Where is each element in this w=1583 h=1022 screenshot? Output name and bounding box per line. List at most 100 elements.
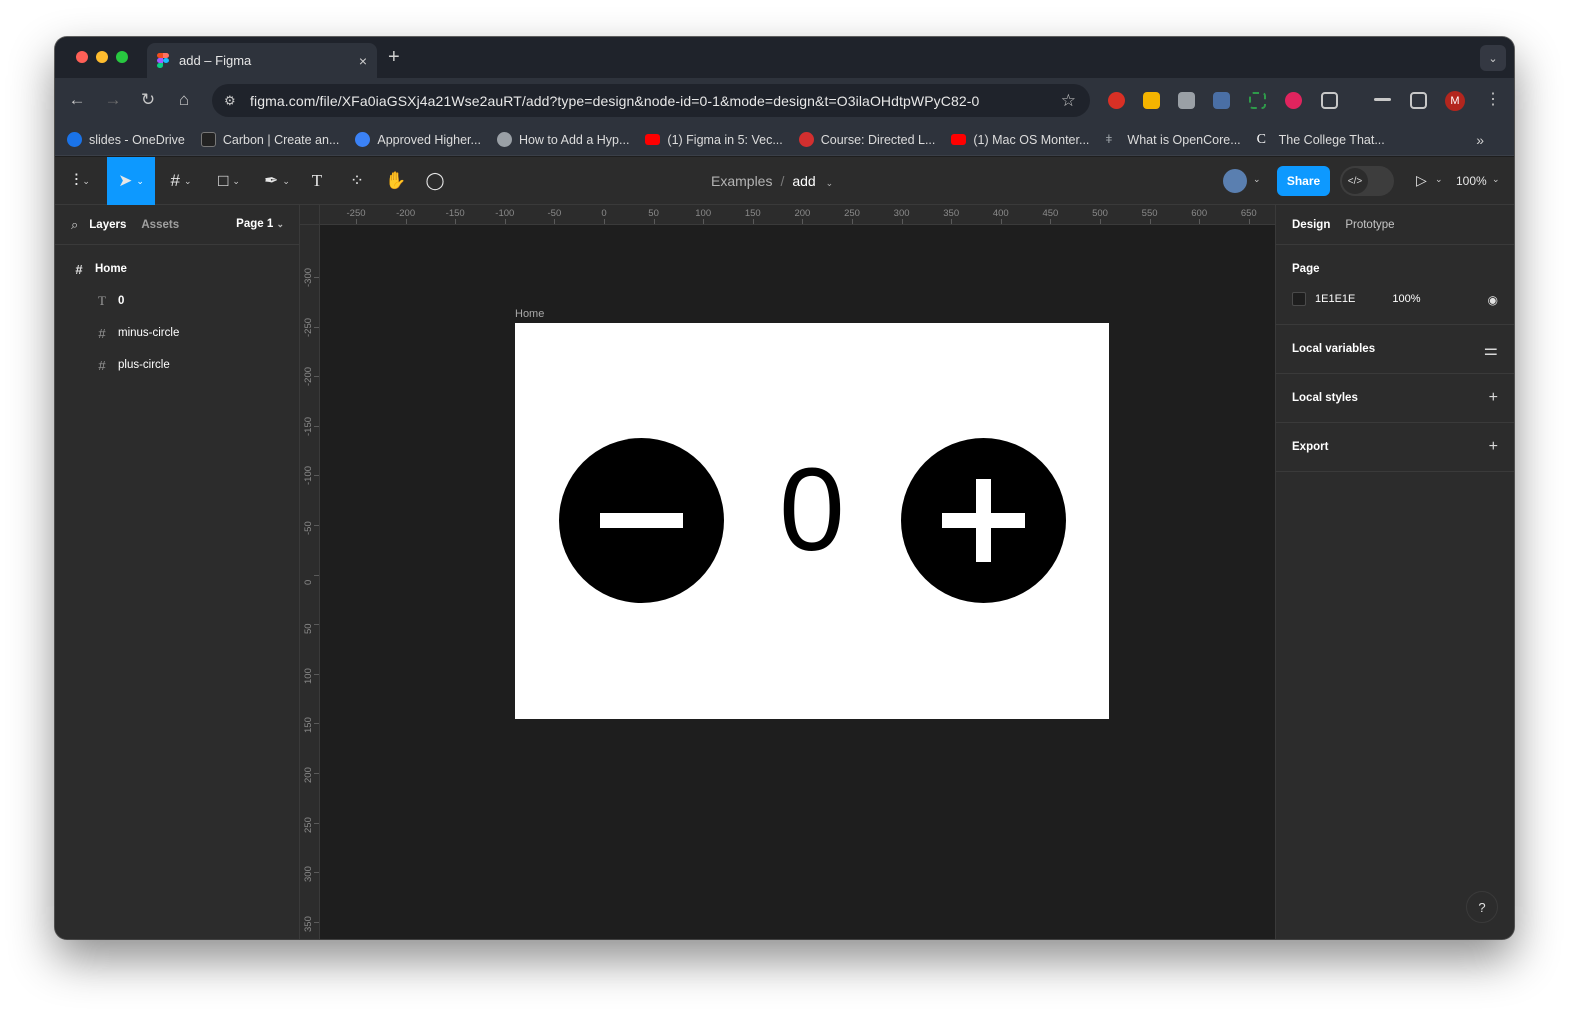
browser-tab-active[interactable]: add – Figma ×	[147, 43, 377, 78]
browser-menu-icon[interactable]: ⋮	[1485, 89, 1501, 109]
maximize-window-button[interactable]	[116, 51, 128, 63]
components-icon: ⁘	[349, 171, 365, 190]
shape-tool-button[interactable]: □ ⌄	[207, 157, 251, 205]
bookmark-item[interactable]: (1) Figma in 5: Vec...	[645, 133, 783, 147]
tab-prototype[interactable]: Prototype	[1345, 219, 1394, 231]
bookmark-item[interactable]: ǂ What is OpenCore...	[1105, 132, 1240, 147]
zoom-level[interactable]: 100%	[1456, 174, 1487, 188]
extension-note-icon[interactable]	[1143, 92, 1160, 109]
bookmark-item[interactable]: Carbon | Create an...	[200, 132, 339, 147]
bookmark-item[interactable]: How to Add a Hyp...	[496, 132, 629, 147]
search-icon[interactable]: ⌕	[71, 217, 78, 233]
site-settings-icon[interactable]: ⚙	[224, 93, 242, 109]
chevron-down-icon[interactable]: ⌄	[1253, 174, 1261, 185]
page-selector[interactable]: Page 1 ⌄	[236, 218, 284, 230]
present-play-icon[interactable]: ▷	[1416, 172, 1427, 189]
resources-tool-button[interactable]: ⁘	[343, 157, 371, 205]
extension-screenshot-icon[interactable]	[1249, 92, 1266, 109]
minus-circle[interactable]	[559, 438, 724, 603]
page-opacity[interactable]: 100%	[1392, 293, 1420, 305]
globe-icon	[496, 132, 512, 147]
tab-layers[interactable]: Layers	[89, 219, 126, 231]
ruler-x-label: -150	[445, 208, 465, 219]
bookmark-item[interactable]: Course: Directed L...	[798, 132, 935, 147]
close-tab-icon[interactable]: ×	[359, 53, 367, 69]
ruler-x-label: 300	[893, 208, 910, 219]
ruler-x-tick	[653, 219, 655, 224]
back-arrow-icon[interactable]: ←	[66, 90, 88, 110]
extension-camera-icon[interactable]	[1178, 92, 1195, 109]
extension-upload-icon[interactable]	[1213, 92, 1230, 109]
layer-minus-circle[interactable]: # minus-circle	[55, 317, 299, 349]
address-bar[interactable]: ⚙ figma.com/file/XFa0iaGSXj4a21Wse2auRT/…	[212, 84, 1090, 117]
layer-home[interactable]: # Home	[55, 253, 299, 285]
reload-icon[interactable]: ↻	[137, 90, 159, 110]
new-tab-button[interactable]: +	[388, 46, 400, 69]
left-panel-tabs: ⌕ Layers Assets Page 1 ⌄	[55, 205, 299, 245]
home-frame[interactable]: 0	[515, 323, 1109, 719]
bookmark-star-icon[interactable]: ☆	[1061, 91, 1076, 111]
export-section[interactable]: Export +	[1276, 423, 1514, 472]
chevron-down-icon[interactable]: ⌄	[1435, 174, 1443, 185]
color-swatch[interactable]	[1292, 292, 1306, 306]
tab-title: add – Figma	[179, 53, 252, 68]
extension-red-icon[interactable]	[1108, 92, 1125, 109]
ruler-x-tick	[504, 219, 506, 224]
bookmark-item[interactable]: (1) Mac OS Monter...	[951, 133, 1089, 147]
text-tool-button[interactable]: T	[303, 157, 331, 205]
bookmark-item[interactable]: Approved Higher...	[355, 132, 481, 147]
chevron-down-icon[interactable]: ⌄	[826, 178, 834, 188]
page-fill-row[interactable]: 1E1E1E 100%	[1292, 292, 1498, 306]
ruler-x-tick	[1149, 219, 1151, 224]
plus-circle[interactable]	[901, 438, 1066, 603]
frame-tool-button[interactable]: # ⌄	[159, 157, 203, 205]
star-logo-icon	[355, 132, 371, 147]
comment-tool-button[interactable]: ◯	[421, 157, 449, 205]
add-style-plus-icon[interactable]: +	[1489, 389, 1498, 407]
counter-text[interactable]: 0	[755, 451, 869, 569]
main-menu-button[interactable]: ⫶ ⌄	[63, 157, 101, 205]
extensions-puzzle-icon[interactable]	[1321, 92, 1338, 109]
variables-sliders-icon[interactable]: ⚌	[1484, 340, 1498, 360]
frame-label[interactable]: Home	[515, 308, 544, 320]
minimize-window-button[interactable]	[96, 51, 108, 63]
add-export-plus-icon[interactable]: +	[1489, 438, 1498, 456]
chevron-down-icon[interactable]: ⌄	[1492, 174, 1500, 185]
bookmark-item[interactable]: slides - OneDrive	[67, 132, 185, 147]
tab-design[interactable]: Design	[1292, 219, 1330, 231]
ruler-x-label: -50	[547, 208, 562, 219]
canvas[interactable]: -250 -200 -150 -100 -50 0 50 100 150 200 250 300 350…	[300, 205, 1275, 939]
profile-avatar[interactable]: M	[1445, 91, 1465, 111]
layer-text-0[interactable]: T0	[55, 285, 299, 317]
ruler-y-label: 50	[303, 623, 314, 635]
bookmarks-bar: slides - OneDrive Carbon | Create an... …	[55, 124, 1514, 156]
close-window-button[interactable]	[76, 51, 88, 63]
frame-hash-icon: #	[98, 357, 106, 373]
move-tool-button[interactable]: ➤ ⌄	[107, 157, 155, 205]
reading-list-icon[interactable]	[1374, 98, 1391, 101]
more-bookmarks-icon[interactable]: »	[1476, 132, 1484, 148]
help-button[interactable]: ?	[1466, 891, 1498, 923]
forward-arrow-icon[interactable]: →	[102, 90, 124, 110]
collaborator-avatar[interactable]	[1223, 169, 1247, 193]
dev-mode-toggle[interactable]: </>	[1340, 166, 1394, 196]
page-color-hex[interactable]: 1E1E1E	[1315, 293, 1355, 305]
file-name[interactable]: add	[792, 173, 815, 189]
export-heading: Export	[1292, 441, 1329, 453]
pen-tool-button[interactable]: ✒ ⌄	[255, 157, 299, 205]
local-styles-section[interactable]: Local styles +	[1276, 374, 1514, 423]
eye-icon[interactable]: ◉	[1488, 293, 1498, 307]
extension-badge-icon[interactable]	[1285, 92, 1302, 109]
url-text[interactable]: figma.com/file/XFa0iaGSXj4a21Wse2auRT/ad…	[250, 93, 1061, 109]
bookmark-item[interactable]: C The College That...	[1257, 132, 1385, 147]
tab-assets[interactable]: Assets	[141, 219, 179, 231]
hand-tool-button[interactable]: ✋	[382, 157, 410, 205]
tab-search-button[interactable]: ⌄	[1480, 45, 1506, 71]
home-icon[interactable]: ⌂	[173, 90, 195, 110]
local-variables-section[interactable]: Local variables ⚌	[1276, 325, 1514, 374]
share-button[interactable]: Share	[1277, 166, 1330, 196]
side-panel-icon[interactable]	[1410, 92, 1427, 109]
layer-plus-circle[interactable]: # plus-circle	[55, 349, 299, 381]
breadcrumb-project[interactable]: Examples	[711, 173, 772, 189]
tab-strip: add – Figma × + ⌄	[55, 37, 1514, 78]
